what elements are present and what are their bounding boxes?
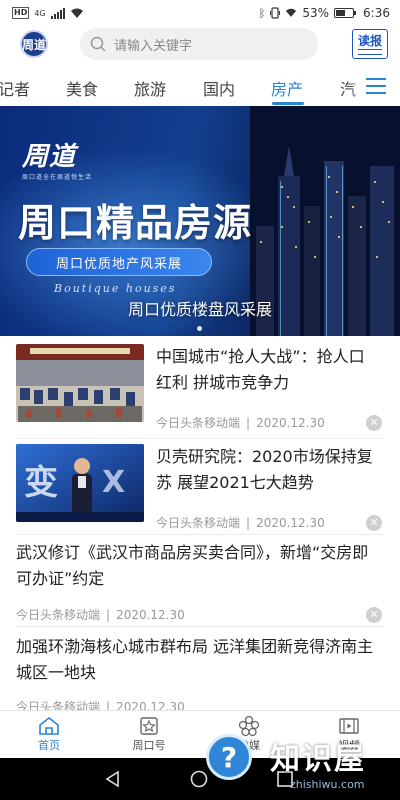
bluetooth-icon: ᛒ bbox=[258, 6, 266, 20]
search-icon bbox=[90, 36, 106, 52]
news-title: 贝壳研究院：2020市场保持复苏 展望2021七大趋势 bbox=[156, 447, 373, 492]
signal-icon bbox=[50, 7, 65, 19]
read-newspaper-label: 读报 bbox=[357, 33, 382, 48]
tab-travel[interactable]: 旅游 bbox=[134, 76, 166, 100]
watermark-site: zhishiwu.com bbox=[290, 778, 365, 791]
banner-headline: 周口精品房源 bbox=[18, 201, 253, 245]
watermark-name: 知识屋 bbox=[270, 742, 366, 777]
search-input[interactable]: 请输入关键字 bbox=[80, 28, 318, 60]
nav-zhoukou-hao-label: 周口号 bbox=[132, 739, 166, 752]
news-item[interactable]: 加强环渤海核心城市群布局 远洋集团新竞得济南主城区一地块 今日头条移动端 | 202… bbox=[16, 634, 386, 714]
app-logo[interactable]: 周道 bbox=[20, 30, 48, 58]
divider bbox=[16, 626, 384, 627]
newspaper-icon bbox=[358, 48, 382, 55]
divider bbox=[16, 438, 384, 439]
dismiss-icon[interactable]: ✕ bbox=[366, 515, 382, 531]
news-thumbnail bbox=[16, 344, 144, 422]
search-placeholder: 请输入关键字 bbox=[114, 38, 193, 54]
nav-zhoukou-hao[interactable]: 周口号 bbox=[119, 715, 179, 753]
banner-carousel[interactable]: 周道 周口道全在周道悦生活 周口精品房源 周口优质地产风采展 Boutique … bbox=[0, 106, 400, 336]
battery-icon bbox=[334, 8, 357, 18]
news-title: 加强环渤海核心城市群布局 远洋集团新竞得济南主城区一地块 bbox=[16, 637, 374, 682]
news-item[interactable]: 中国城市“抢人大战”：抢人口红利 拼城市竞争力 今日头条移动端 | 2020.12.… bbox=[16, 344, 386, 434]
status-left: HD 4G bbox=[12, 7, 84, 19]
news-title: 武汉修订《武汉市商品房买卖合同》，新增“交房即可办证”约定 bbox=[16, 543, 369, 588]
wifi-icon bbox=[70, 8, 83, 18]
star-badge-icon bbox=[140, 717, 158, 735]
news-date: 2020.12.30 bbox=[256, 516, 325, 530]
hd-indicator: HD bbox=[12, 7, 30, 19]
tab-real-estate[interactable]: 房产 bbox=[271, 76, 303, 100]
app-header: 周道 请输入关键字 读报 bbox=[0, 26, 400, 62]
banner-pill: 周口优质地产风采展 bbox=[26, 248, 212, 276]
news-item[interactable]: 变 X 贝壳研究院：2020市场保持复苏 展望2021七大趋势 今日头条移动端 |… bbox=[16, 444, 386, 534]
news-meta: 今日头条移动端 | 2020.12.30 bbox=[156, 416, 325, 430]
battery-percent: 53% bbox=[302, 6, 330, 20]
category-tabs: 记者 美食 旅游 国内 房产 汽 bbox=[0, 66, 400, 106]
news-item[interactable]: 武汉修订《武汉市商品房买卖合同》，新增“交房即可办证”约定 今日头条移动端 | 20… bbox=[16, 540, 386, 626]
news-meta: 今日头条移动端 | 2020.12.30 bbox=[16, 608, 185, 622]
home-icon bbox=[39, 716, 59, 735]
news-thumbnail: 变 X bbox=[16, 444, 144, 522]
menu-icon[interactable] bbox=[366, 78, 386, 94]
status-right: ᛒ 53% 6:36 bbox=[259, 6, 390, 20]
news-source: 今日头条移动端 bbox=[156, 516, 241, 530]
news-source: 今日头条移动端 bbox=[16, 608, 101, 622]
battery-fill bbox=[336, 10, 345, 16]
tab-domestic[interactable]: 国内 bbox=[203, 76, 235, 100]
news-source: 今日头条移动端 bbox=[156, 416, 241, 430]
divider bbox=[16, 534, 384, 535]
news-meta: 今日头条移动端 | 2020.12.30 bbox=[156, 516, 325, 530]
nav-home[interactable]: 首页 bbox=[19, 715, 79, 753]
dismiss-icon[interactable]: ✕ bbox=[366, 607, 382, 623]
network-type: 4G bbox=[34, 8, 46, 18]
watermark-registered-mark: ® bbox=[390, 740, 400, 751]
vibrate-icon bbox=[270, 7, 281, 19]
status-bar: HD 4G ᛒ 53% 6:36 bbox=[0, 0, 400, 26]
read-newspaper-button[interactable]: 读报 bbox=[352, 29, 388, 59]
active-tab-indicator bbox=[272, 102, 304, 105]
banner-logo-sub: 周口道全在周道悦生活 bbox=[22, 174, 93, 181]
tab-reporter[interactable]: 记者 bbox=[0, 76, 30, 100]
news-date: 2020.12.30 bbox=[116, 608, 185, 622]
svg-text:变: 变 bbox=[24, 463, 58, 503]
dismiss-icon[interactable]: ✕ bbox=[366, 415, 382, 431]
watermark: ? 知识屋 ® zhishiwu.com bbox=[200, 732, 400, 794]
watermark-question-icon: ? bbox=[206, 734, 252, 780]
news-title: 中国城市“抢人大战”：抢人口红利 拼城市竞争力 bbox=[156, 347, 365, 392]
banner-caption: 周口优质楼盘风采展 bbox=[127, 300, 272, 319]
banner-english: Boutique houses bbox=[54, 282, 177, 295]
wifi-status-icon bbox=[286, 8, 297, 17]
news-date: 2020.12.30 bbox=[256, 416, 325, 430]
tab-food[interactable]: 美食 bbox=[66, 76, 98, 100]
nav-home-label: 首页 bbox=[38, 739, 60, 752]
banner-logo: 周道 bbox=[22, 142, 77, 172]
back-icon[interactable] bbox=[104, 770, 122, 788]
clock: 6:36 bbox=[363, 6, 390, 20]
svg-text:X: X bbox=[102, 465, 125, 500]
carousel-indicator bbox=[197, 326, 202, 331]
